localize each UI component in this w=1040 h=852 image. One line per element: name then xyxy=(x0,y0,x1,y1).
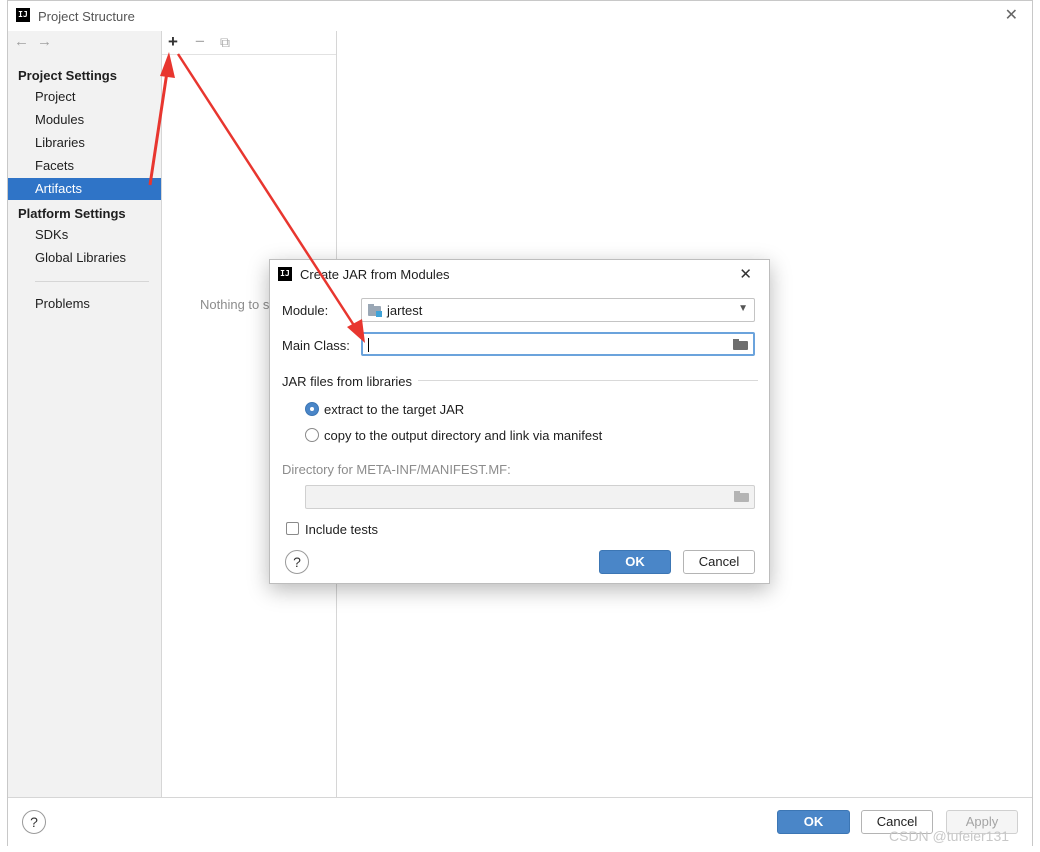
forward-arrow-icon[interactable]: → xyxy=(37,33,52,50)
sidebar-item-artifacts[interactable]: Artifacts xyxy=(8,178,161,200)
dialog-help-button[interactable]: ? xyxy=(285,550,309,574)
sidebar-item-global-libraries[interactable]: Global Libraries xyxy=(8,247,161,269)
jar-files-group-label: JAR files from libraries xyxy=(282,374,413,389)
sidebar-item-problems[interactable]: Problems xyxy=(8,293,161,315)
dialog-footer: ? OK Cancel Apply xyxy=(8,797,1032,847)
ok-button[interactable]: OK xyxy=(777,810,850,834)
nav-arrows: ← → xyxy=(14,33,60,50)
sidebar-item-libraries[interactable]: Libraries xyxy=(8,132,161,154)
browse-folder-icon[interactable] xyxy=(733,339,748,350)
main-class-field[interactable] xyxy=(361,332,755,356)
manifest-dir-field[interactable] xyxy=(305,485,755,509)
module-label: Module: xyxy=(282,303,329,318)
module-icon xyxy=(368,304,382,317)
dialog-cancel-button[interactable]: Cancel xyxy=(683,550,755,574)
group-divider xyxy=(418,380,758,381)
chevron-down-icon: ▼ xyxy=(738,303,748,314)
dialog-title: Create JAR from Modules xyxy=(300,267,450,282)
module-select[interactable]: jartest ▼ xyxy=(361,298,755,322)
settings-sidebar: ← → Project Settings Project Modules Libr… xyxy=(8,31,162,797)
window-close-icon[interactable]: ✕ xyxy=(1005,5,1018,25)
window-title: Project Structure xyxy=(38,9,135,24)
add-artifact-icon[interactable]: + xyxy=(168,32,178,52)
radio-copy-label[interactable]: copy to the output directory and link vi… xyxy=(324,428,602,443)
text-caret xyxy=(368,338,369,352)
dialog-ok-button[interactable]: OK xyxy=(599,550,671,574)
create-jar-dialog: IJ Create JAR from Modules ✕ Module: jar… xyxy=(269,259,770,584)
back-arrow-icon[interactable]: ← xyxy=(14,33,29,50)
platform-settings-header: Platform Settings xyxy=(18,206,126,221)
sidebar-item-project[interactable]: Project xyxy=(8,86,161,108)
radio-copy[interactable] xyxy=(305,428,319,442)
title-bar: IJ Project Structure ✕ xyxy=(8,1,1032,31)
include-tests-label[interactable]: Include tests xyxy=(305,522,378,537)
help-button[interactable]: ? xyxy=(22,810,46,834)
browse-folder-icon[interactable] xyxy=(734,491,749,502)
artifacts-toolbar: + − ⧉ xyxy=(162,31,336,55)
project-settings-header: Project Settings xyxy=(18,68,117,83)
manifest-dir-label: Directory for META-INF/MANIFEST.MF: xyxy=(282,462,511,477)
module-select-value: jartest xyxy=(387,303,423,318)
radio-extract[interactable] xyxy=(305,402,319,416)
copy-artifact-icon[interactable]: ⧉ xyxy=(220,34,230,51)
artifacts-empty-text: Nothing to s xyxy=(200,297,270,312)
include-tests-checkbox[interactable] xyxy=(286,522,299,535)
sidebar-item-modules[interactable]: Modules xyxy=(8,109,161,131)
remove-artifact-icon[interactable]: − xyxy=(195,32,205,52)
dialog-app-icon: IJ xyxy=(278,267,292,281)
sidebar-divider xyxy=(35,281,149,282)
sidebar-item-facets[interactable]: Facets xyxy=(8,155,161,177)
main-class-label: Main Class: xyxy=(282,338,350,353)
dialog-close-icon[interactable]: ✕ xyxy=(739,265,752,283)
sidebar-item-sdks[interactable]: SDKs xyxy=(8,224,161,246)
csdn-watermark: CSDN @tufeier131 xyxy=(889,828,1010,844)
radio-extract-label[interactable]: extract to the target JAR xyxy=(324,402,464,417)
intellij-app-icon: IJ xyxy=(16,8,30,22)
